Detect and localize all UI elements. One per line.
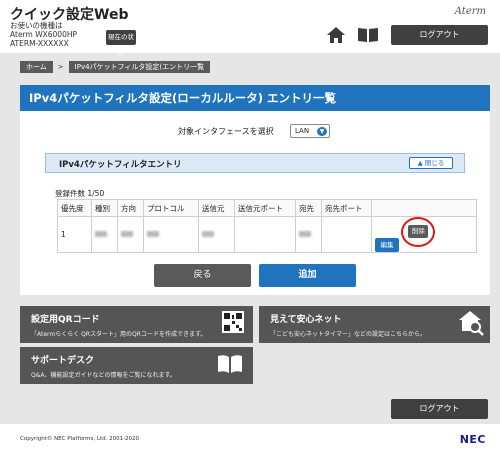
collapse-label: 閉じる xyxy=(424,159,445,167)
column-header: 送信元ポート xyxy=(234,199,296,217)
home-icon[interactable] xyxy=(326,26,346,44)
interface-select[interactable]: LAN ▼ xyxy=(290,124,330,138)
copyright: Copyright© NEC Platforms, Ltd. 2001-2020 xyxy=(20,436,140,442)
column-header: プロトコル xyxy=(143,199,199,217)
cell-source xyxy=(198,216,235,253)
section-header: IPv4パケットフィルタエントリ ▲ 閉じる xyxy=(45,153,465,173)
chevron-up-icon: ▲ xyxy=(417,159,423,167)
model-name: Aterm WX6000HP xyxy=(10,30,77,39)
model-id: ATERM-XXXXXX xyxy=(10,39,69,48)
nec-logo: NEC xyxy=(459,433,486,446)
add-button[interactable]: 追加 xyxy=(259,264,356,287)
qr-code-icon xyxy=(222,311,244,333)
entry-count: 登録件数 1/50 xyxy=(55,189,105,198)
collapse-button[interactable]: ▲ 閉じる xyxy=(409,157,453,169)
cell-destination xyxy=(295,216,322,253)
cell-source-port xyxy=(234,216,296,253)
redacted-value xyxy=(147,231,159,237)
cell-type xyxy=(91,216,118,253)
column-header: 送信元 xyxy=(198,199,235,217)
header: クイック設定Web お使いの機種は Aterm WX6000HP ATERM-X… xyxy=(0,0,500,56)
open-book-icon xyxy=(218,355,242,373)
footer: Copyright© NEC Platforms, Ltd. 2001-2020… xyxy=(0,424,500,459)
entry-table: 優先度 種別 方向 プロトコル 送信元 送信元ポート 宛先 宛先ポート 1 編集… xyxy=(57,199,477,253)
redacted-value xyxy=(202,231,214,237)
column-header: 種別 xyxy=(91,199,118,217)
column-header xyxy=(371,199,477,217)
section-title: IPv4パケットフィルタエントリ xyxy=(59,160,182,170)
card-title: 見えて安心ネット xyxy=(270,315,342,325)
redacted-value xyxy=(299,231,311,237)
card-description: Q&A、機能設定ガイドなどの情報をご覧になれます。 xyxy=(31,372,176,379)
current-status-button[interactable]: 現在の状態 xyxy=(106,30,136,56)
delete-button[interactable]: 削除 xyxy=(408,225,429,238)
safe-net-card[interactable]: 見えて安心ネット 「こども安心ネットタイマー」などの設定はこちらから。 xyxy=(259,306,490,343)
column-header: 宛先 xyxy=(295,199,322,217)
card-description: 「Atermらくらく QRスタート」用のQRコードを作成できます。 xyxy=(31,331,207,338)
model-label: お使いの機種は xyxy=(10,21,63,30)
column-header: 宛先ポート xyxy=(321,199,372,217)
qr-code-card[interactable]: 設定用QRコード 「Atermらくらく QRスタート」用のQRコードを作成できま… xyxy=(20,306,253,343)
main-panel: 対象インタフェースを選択 LAN ▼ IPv4パケットフィルタエントリ ▲ 閉じ… xyxy=(20,111,490,295)
breadcrumb-separator: > xyxy=(57,63,64,71)
cell-direction xyxy=(117,216,144,253)
page-title: IPv4パケットフィルタ設定(ローカルルータ) エントリ一覧 xyxy=(20,85,490,111)
cell-protocol xyxy=(143,216,199,253)
breadcrumb-current: IPv4パケットフィルタ設定(エントリ一覧 xyxy=(68,61,211,73)
table-header-row: 優先度 種別 方向 プロトコル 送信元 送信元ポート 宛先 宛先ポート xyxy=(57,199,477,217)
card-title: 設定用QRコード xyxy=(31,315,100,325)
book-icon[interactable] xyxy=(356,27,380,43)
interface-selected-value: LAN xyxy=(295,127,310,135)
card-description: 「こども安心ネットタイマー」などの設定はこちらから。 xyxy=(270,331,427,338)
cell-destination-port xyxy=(321,216,372,253)
redacted-value xyxy=(95,231,107,237)
logout-button-bottom[interactable]: ログアウト xyxy=(391,399,488,419)
support-desk-card[interactable]: サポートデスク Q&A、機能設定ガイドなどの情報をご覧になれます。 xyxy=(20,347,253,384)
breadcrumb-home[interactable]: ホーム xyxy=(20,61,53,73)
interface-label: 対象インタフェースを選択 xyxy=(178,127,274,136)
house-search-icon xyxy=(459,311,484,336)
cell-actions: 編集 削除 xyxy=(371,216,477,253)
breadcrumb: ホーム > IPv4パケットフィルタ設定(エントリ一覧 xyxy=(20,61,211,73)
cell-priority: 1 xyxy=(57,216,92,253)
redacted-value xyxy=(121,231,133,237)
card-title: サポートデスク xyxy=(31,356,95,366)
delete-highlight-circle: 削除 xyxy=(401,217,436,247)
column-header: 優先度 xyxy=(57,199,92,217)
back-button[interactable]: 戻る xyxy=(154,264,251,287)
logout-button[interactable]: ログアウト xyxy=(391,25,488,45)
chevron-down-icon: ▼ xyxy=(317,127,327,136)
table-row: 1 編集 削除 xyxy=(57,216,477,253)
column-header: 方向 xyxy=(117,199,144,217)
brand-logo: Aterm xyxy=(454,6,486,17)
edit-button[interactable]: 編集 xyxy=(375,238,399,252)
